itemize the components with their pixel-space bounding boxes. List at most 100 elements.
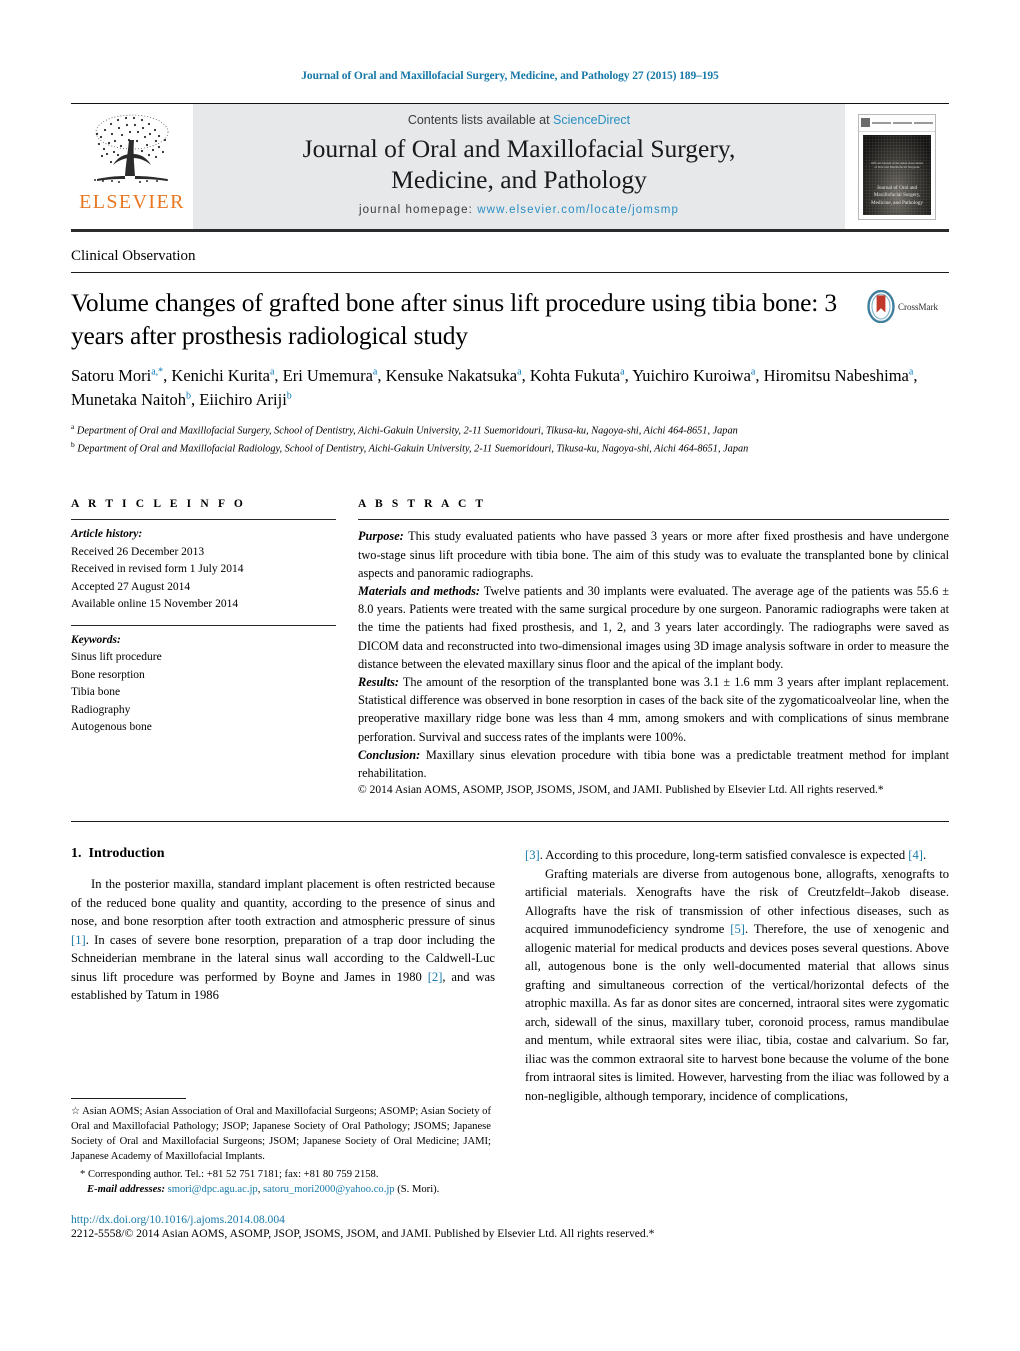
email-label: E-mail addresses: bbox=[87, 1184, 165, 1196]
keywords-block: Keywords: Sinus lift procedure Bone reso… bbox=[71, 626, 336, 737]
elsevier-tree-icon bbox=[85, 110, 179, 190]
contents-prefix: Contents lists available at bbox=[407, 112, 554, 127]
journal-band: Contents lists available at ScienceDirec… bbox=[193, 104, 845, 229]
abstract-section-label: Purpose: bbox=[358, 529, 404, 544]
affiliation-mark: b bbox=[71, 439, 75, 449]
journal-homepage-line: journal homepage: www.elsevier.com/locat… bbox=[359, 204, 679, 216]
author-affiliation-mark: a bbox=[372, 366, 378, 378]
journal-masthead: ELSEVIER Contents lists available at Sci… bbox=[71, 103, 949, 232]
doi-link[interactable]: http://dx.doi.org/10.1016/j.ajoms.2014.0… bbox=[71, 1213, 951, 1226]
section-number: 1. bbox=[71, 846, 82, 862]
keyword-item: Radiography bbox=[71, 703, 131, 716]
footnote-emails: E-mail addresses: smori@dpc.agu.ac.jp, s… bbox=[87, 1184, 440, 1196]
history-item: Available online 15 November 2014 bbox=[71, 598, 239, 611]
journal-homepage-link[interactable]: www.elsevier.com/locate/jomsmp bbox=[477, 204, 679, 216]
keyword-item: Autogenous bone bbox=[71, 721, 152, 734]
abstract-section-label: Materials and methods: bbox=[358, 584, 481, 598]
journal-title-line-2: Medicine, and Pathology bbox=[391, 164, 647, 194]
author-affiliation-mark: a,* bbox=[151, 366, 164, 378]
cover-header-line bbox=[914, 121, 933, 124]
title-row: Volume changes of grafted bone after sin… bbox=[71, 286, 949, 352]
keyword-item: Sinus lift procedure bbox=[71, 651, 162, 664]
author: Kenichi Kuritaa bbox=[171, 366, 275, 386]
footnote-star-glyph: ☆ bbox=[71, 1106, 80, 1117]
crossmark-badge[interactable]: CrossMark bbox=[867, 286, 949, 324]
citation-ref[interactable]: [5] bbox=[730, 922, 745, 936]
author: Kohta Fukutaa bbox=[529, 366, 625, 386]
citation-ref[interactable]: [2] bbox=[428, 970, 443, 984]
abstract-section: Materials and methods: Twelve patients a… bbox=[358, 582, 949, 673]
author-affiliation-mark: a bbox=[269, 366, 275, 378]
cover-header-strip bbox=[859, 114, 935, 132]
abstract-section-label: Results: bbox=[358, 674, 399, 689]
cover-header-line bbox=[893, 121, 912, 124]
article-history: Article history: Received 26 December 20… bbox=[71, 520, 336, 613]
author-affiliation-mark: b bbox=[186, 390, 192, 402]
issn-copyright-line: 2212-5558/© 2014 Asian AOMS, ASOMP, JSOP… bbox=[71, 1227, 655, 1240]
body-column-left: 1. Introduction In the posterior maxilla,… bbox=[71, 846, 495, 1105]
cover-title-text: Journal of Oral and Maxillofacial Surger… bbox=[870, 184, 923, 207]
article-header: Clinical Observation Volume changes of g… bbox=[71, 248, 949, 799]
history-item: Received in revised form 1 July 2014 bbox=[71, 563, 244, 576]
journal-title-line-1: Journal of Oral and Maxillofacial Surger… bbox=[302, 133, 736, 163]
citation-ref[interactable]: [1] bbox=[71, 933, 86, 947]
elsevier-logo: ELSEVIER bbox=[71, 104, 193, 229]
abstract-copyright: © 2014 Asian AOMS, ASOMP, JSOP, JSOMS, J… bbox=[358, 784, 884, 797]
abstract-section: Results: The amount of the resorption of… bbox=[358, 673, 949, 746]
footnote-asterisk-glyph: * bbox=[80, 1169, 86, 1181]
author: Satoru Moria,* bbox=[71, 366, 164, 386]
journal-cover-thumbnail: Official Journal of the Asian Associatio… bbox=[845, 104, 949, 229]
keyword-item: Tibia bone bbox=[71, 686, 121, 699]
sciencedirect-link[interactable]: ScienceDirect bbox=[553, 113, 630, 127]
header-divider bbox=[71, 272, 949, 273]
author: Eri Umemuraa bbox=[282, 366, 378, 386]
email-owner: (S. Mori). bbox=[397, 1184, 440, 1196]
running-head: Journal of Oral and Maxillofacial Surger… bbox=[301, 70, 719, 82]
info-abstract-region: A R T I C L E I N F O Article history: R… bbox=[71, 498, 949, 799]
author-list: Satoru Moria,*, Kenichi Kuritaa, Eri Ume… bbox=[71, 366, 918, 409]
author: Kensuke Nakatsukaa bbox=[385, 366, 522, 386]
author-affiliation-mark: a bbox=[517, 366, 522, 378]
article-info-column: A R T I C L E I N F O Article history: R… bbox=[71, 498, 336, 799]
abstract-section: Purpose: This study evaluated patients w… bbox=[358, 527, 949, 582]
paragraph: [3]. According to this procedure, long-t… bbox=[525, 848, 927, 863]
email-link-secondary[interactable]: satoru_mori2000@yahoo.co.jp bbox=[263, 1184, 395, 1195]
affiliation-item: a Department of Oral and Maxillofacial S… bbox=[71, 422, 738, 437]
section-heading-introduction: 1. Introduction bbox=[71, 846, 495, 862]
crossmark-label: CrossMark bbox=[898, 301, 938, 312]
abstract-section-text: The amount of the resorption of the tran… bbox=[358, 674, 949, 744]
cover-thumb: Official Journal of the Asian Associatio… bbox=[858, 113, 936, 220]
abstract-section: Conclusion: Maxillary sinus elevation pr… bbox=[358, 746, 949, 782]
paper-page: Journal of Oral and Maxillofacial Surger… bbox=[0, 0, 1020, 1351]
abstract-body: Purpose: This study evaluated patients w… bbox=[358, 520, 949, 799]
affiliation-mark: a bbox=[71, 422, 75, 432]
affiliations: a Department of Oral and Maxillofacial S… bbox=[71, 421, 949, 456]
journal-title: Journal of Oral and Maxillofacial Surger… bbox=[303, 134, 736, 196]
footnotes-block: ☆ Asian AOMS; Asian Association of Oral … bbox=[71, 1098, 491, 1197]
cover-artwork: Official Journal of the Asian Associatio… bbox=[863, 134, 931, 215]
crossmark-icon bbox=[867, 289, 895, 324]
keyword-item: Bone resorption bbox=[71, 668, 145, 681]
affiliation-item: b Department of Oral and Maxillofacial R… bbox=[71, 439, 749, 455]
abstract-section-label: Conclusion: bbox=[358, 747, 421, 762]
body-columns: 1. Introduction In the posterior maxilla,… bbox=[71, 846, 949, 1105]
contents-available-line: Contents lists available at ScienceDirec… bbox=[408, 113, 630, 127]
history-item: Received 26 December 2013 bbox=[71, 545, 205, 558]
abstract-section-text: This study evaluated patients who have p… bbox=[358, 529, 949, 580]
abstract-column: A B S T R A C T Purpose: This study eval… bbox=[358, 498, 949, 799]
author: Munetaka Naitohb bbox=[71, 389, 192, 409]
cover-header-line bbox=[872, 121, 891, 124]
email-link-primary[interactable]: smori@dpc.agu.ac.jp bbox=[168, 1184, 258, 1195]
article-history-label: Article history: bbox=[71, 528, 143, 541]
homepage-prefix: journal homepage: bbox=[359, 204, 478, 217]
section-title: Introduction bbox=[88, 846, 165, 862]
author-affiliation-mark: b bbox=[286, 390, 292, 402]
article-info-heading: A R T I C L E I N F O bbox=[71, 498, 246, 511]
citation-ref[interactable]: [4] bbox=[908, 848, 923, 862]
author-affiliation-mark: a bbox=[908, 366, 914, 378]
abstract-bottom-rule bbox=[71, 821, 949, 823]
author-affiliation-mark: a bbox=[750, 366, 756, 378]
citation-ref[interactable]: [3] bbox=[525, 848, 540, 862]
abstract-heading: A B S T R A C T bbox=[358, 498, 487, 511]
footnote-rule bbox=[71, 1098, 186, 1099]
